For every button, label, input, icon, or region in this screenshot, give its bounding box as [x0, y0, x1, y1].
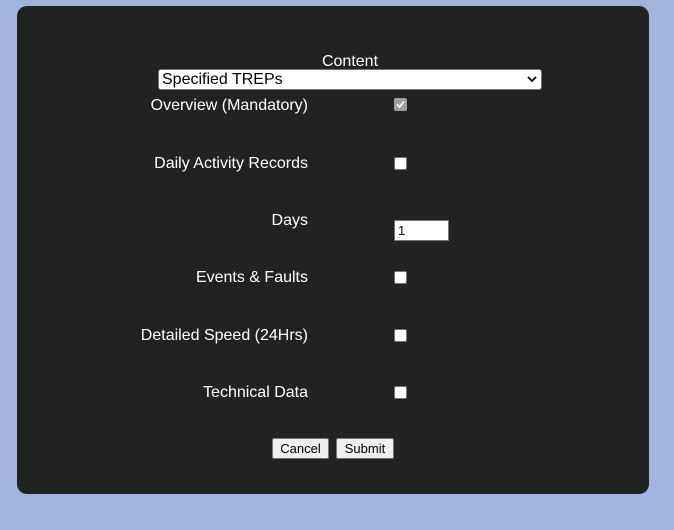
submit-button[interactable]: Submit	[336, 438, 394, 459]
events-faults-checkbox[interactable]	[394, 271, 407, 284]
chevron-down-icon	[527, 76, 537, 83]
detailed-speed-label: Detailed Speed (24Hrs)	[140, 327, 308, 344]
daily-activity-records-label: Daily Activity Records	[154, 155, 308, 172]
detailed-speed-checkbox[interactable]	[394, 329, 407, 342]
days-input[interactable]: 1	[394, 220, 449, 241]
cancel-button[interactable]: Cancel	[272, 438, 329, 459]
checkmark-icon	[396, 100, 405, 109]
overview-checkbox	[394, 98, 407, 111]
content-panel: Content Specified TREPs Overview (Mandat…	[17, 6, 649, 494]
technical-data-label: Technical Data	[203, 384, 308, 401]
technical-data-checkbox[interactable]	[394, 386, 407, 399]
overview-label: Overview (Mandatory)	[150, 97, 308, 114]
events-faults-label: Events & Faults	[195, 269, 308, 286]
content-select[interactable]: Specified TREPs	[158, 69, 542, 90]
content-select-value: Specified TREPs	[162, 71, 283, 88]
daily-activity-records-checkbox[interactable]	[394, 157, 407, 170]
days-label: Days	[271, 212, 308, 229]
